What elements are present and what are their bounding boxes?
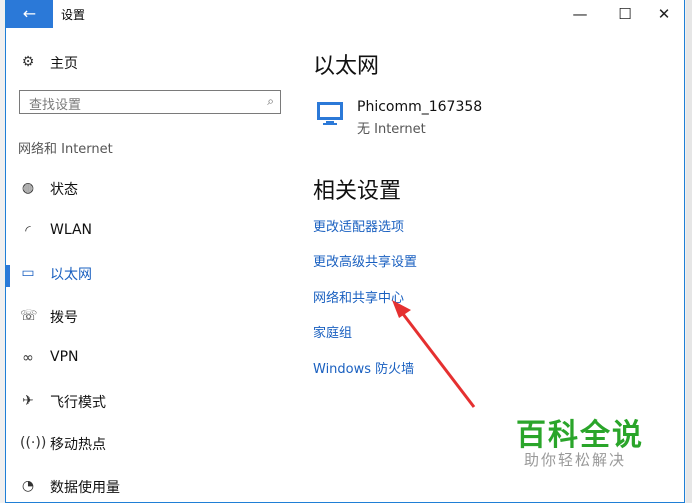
ethernet-monitor-icon xyxy=(317,102,343,125)
globe-icon: ◍ xyxy=(21,180,35,196)
wifi-icon: ◜ xyxy=(25,223,31,239)
minimize-button[interactable]: — xyxy=(563,2,597,26)
back-button[interactable]: ← xyxy=(6,0,53,28)
link-change-adapter-options[interactable]: 更改适配器选项 xyxy=(313,216,404,235)
sidebar-item-airplane-mode[interactable]: ✈ 飞行模式 xyxy=(20,391,270,413)
vpn-icon: ∞ xyxy=(22,350,34,366)
window-title: 设置 xyxy=(61,8,86,22)
search-input[interactable]: 查找设置 ⌕ xyxy=(19,90,281,114)
watermark-slogan: 助你轻松解决 xyxy=(524,451,627,469)
link-advanced-sharing[interactable]: 更改高级共享设置 xyxy=(313,251,417,270)
hotspot-icon: ((·)) xyxy=(20,435,47,451)
network-name[interactable]: Phicomm_167358 xyxy=(357,99,482,115)
search-placeholder: 查找设置 xyxy=(29,98,82,113)
sidebar-item-label: 以太网 xyxy=(50,267,92,283)
close-button[interactable]: ✕ xyxy=(647,2,681,26)
airplane-icon: ✈ xyxy=(22,393,34,409)
sidebar-item-wlan[interactable]: ◜ WLAN xyxy=(20,221,270,243)
sidebar: ⚙ 主页 查找设置 ⌕ 网络和 Internet ◍ 状态 ◜ WLAN ▭ 以… xyxy=(6,28,288,502)
sidebar-item-vpn[interactable]: ∞ VPN xyxy=(20,348,270,370)
link-windows-firewall[interactable]: Windows 防火墙 xyxy=(313,358,414,377)
home-label: 主页 xyxy=(50,56,78,72)
background-window-edge xyxy=(686,0,692,503)
sidebar-item-dialup[interactable]: ☏ 拨号 xyxy=(20,306,270,328)
sidebar-item-status[interactable]: ◍ 状态 xyxy=(20,178,270,200)
active-indicator xyxy=(6,265,10,287)
sidebar-item-mobile-hotspot[interactable]: ((·)) 移动热点 xyxy=(20,433,270,455)
sidebar-item-label: 数据使用量 xyxy=(50,480,120,496)
sidebar-item-label: WLAN xyxy=(50,222,93,238)
data-usage-icon: ◔ xyxy=(21,478,35,494)
search-icon: ⌕ xyxy=(267,94,274,108)
related-settings-heading: 相关设置 xyxy=(313,179,402,204)
sidebar-item-label: 移动热点 xyxy=(50,437,106,453)
sidebar-item-ethernet[interactable]: ▭ 以太网 xyxy=(20,263,270,285)
link-homegroup[interactable]: 家庭组 xyxy=(313,322,352,341)
phone-icon: ☏ xyxy=(20,308,38,324)
network-status: 无 Internet xyxy=(357,122,426,137)
sidebar-item-label: 飞行模式 xyxy=(50,395,106,411)
page-title: 以太网 xyxy=(313,54,380,79)
watermark-logo: 百科全说 xyxy=(516,418,644,453)
sidebar-item-label: 状态 xyxy=(50,182,78,198)
monitor-icon: ▭ xyxy=(21,265,35,281)
sidebar-item-label: VPN xyxy=(50,349,79,365)
title-bar: ← 设置 — ☐ ✕ xyxy=(6,0,684,28)
gear-icon: ⚙ xyxy=(21,54,35,70)
back-arrow-icon: ← xyxy=(22,4,37,23)
link-network-sharing-center[interactable]: 网络和共享中心 xyxy=(313,287,404,306)
maximize-button[interactable]: ☐ xyxy=(608,2,642,26)
sidebar-item-data-usage[interactable]: ◔ 数据使用量 xyxy=(20,476,270,498)
sidebar-item-label: 拨号 xyxy=(50,310,78,326)
section-title: 网络和 Internet xyxy=(18,142,113,157)
